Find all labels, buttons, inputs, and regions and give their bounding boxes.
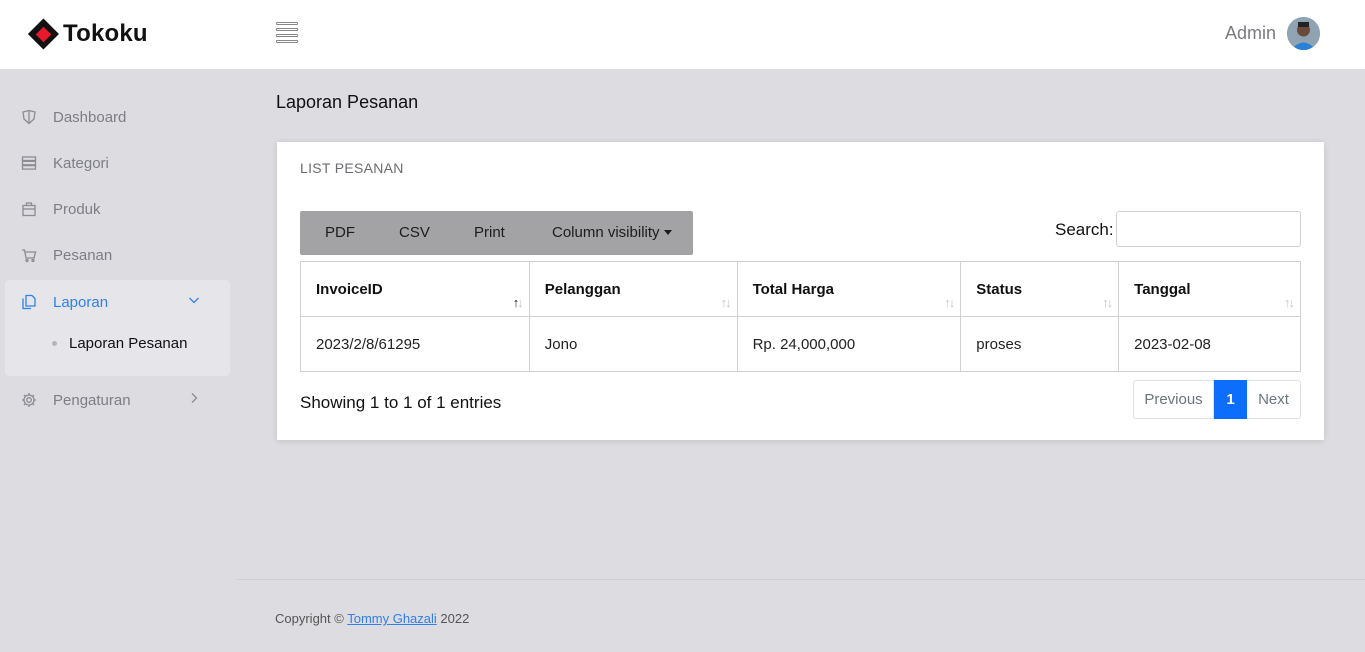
sidebar-item-label: Kategori [53,154,109,172]
sort-icon: ↑↓ [512,295,524,310]
search-input[interactable] [1116,211,1301,247]
pagination: Previous 1 Next [1133,380,1301,419]
sidebar-item-dashboard[interactable]: Dashboard [20,105,126,129]
sidebar-item-produk[interactable]: Produk [20,197,101,221]
column-visibility-label: Column visibility [552,224,660,241]
sidebar-item-pesanan[interactable]: Pesanan [20,243,112,267]
sidebar-item-kategori[interactable]: Kategori [20,151,109,175]
column-header-total-harga[interactable]: Total Harga ↑↓ [736,261,962,317]
files-icon [20,293,38,311]
column-header-status[interactable]: Status ↑↓ [960,261,1120,317]
card-title: LIST PESANAN [300,160,404,176]
column-header-invoiceid[interactable]: InvoiceID ↑↓ [300,261,530,317]
table-header-row: InvoiceID ↑↓ Pelanggan ↑↓ Total Harga ↑↓ St… [300,261,1301,317]
user-name: Admin [1224,23,1276,43]
sort-icon: ↑↓ [944,295,955,310]
table-info: Showing 1 to 1 of 1 entries [300,393,502,412]
column-header-tanggal[interactable]: Tanggal ↑↓ [1118,261,1301,317]
brand-logo[interactable]: Tokoku [27,18,148,50]
page-1-button[interactable]: 1 [1214,380,1247,419]
cell-invoiceid: 2023/2/8/61295 [300,316,530,372]
sidebar-item-pengaturan[interactable]: Pengaturan [20,388,131,412]
csv-button[interactable]: CSV [399,224,430,241]
next-page-button[interactable]: Next [1247,380,1301,419]
cell-pelanggan: Jono [528,316,738,372]
footer: Copyright © Tommy Ghazali 2022 [275,611,469,626]
previous-page-button[interactable]: Previous [1133,380,1214,419]
chevron-down-icon[interactable] [188,293,200,309]
page-title: Laporan Pesanan [276,92,419,112]
orders-table: InvoiceID ↑↓ Pelanggan ↑↓ Total Harga ↑↓ St… [300,261,1301,372]
caret-down-icon [663,230,672,235]
pdf-button[interactable]: PDF [325,224,355,241]
gear-icon [20,391,38,409]
author-link[interactable]: Tommy Ghazali [347,611,437,626]
avatar[interactable] [1287,17,1320,50]
sidebar-subitem-laporan-pesanan[interactable]: Laporan Pesanan [52,335,187,352]
cart-icon [20,246,38,264]
sidebar: Dashboard Kategori Produk Pesanan Lapora… [0,69,236,652]
sidebar-item-label: Produk [53,200,101,218]
copyright-year: 2022 [440,611,470,626]
sidebar-item-label: Pengaturan [53,391,131,409]
print-button[interactable]: Print [474,224,505,241]
menu-toggle-button[interactable] [276,22,298,44]
brand-name: Tokoku [63,20,148,47]
search-label: Search: [1055,220,1114,239]
chevron-right-icon[interactable] [188,391,200,407]
sort-icon: ↑↓ [1284,295,1295,310]
sidebar-item-laporan[interactable]: Laporan [20,290,108,314]
logo-icon [27,18,59,50]
sidebar-item-label: Laporan [53,293,109,311]
table-row: 2023/2/8/61295 Jono Rp. 24,000,000 prose… [300,316,1301,372]
bullet-icon [52,341,57,346]
shield-icon [20,108,38,126]
orders-card: LIST PESANAN PDF CSV Print Column visibi… [277,142,1324,440]
user-menu[interactable]: Admin [1225,17,1320,50]
cell-tanggal: 2023-02-08 [1118,316,1301,372]
cell-status: proses [960,316,1120,372]
sidebar-item-label: Pesanan [53,246,113,264]
hamburger-icon [276,22,298,25]
column-header-pelanggan[interactable]: Pelanggan ↑↓ [528,261,738,317]
cell-total-harga: Rp. 24,000,000 [736,316,962,372]
top-bar: Tokoku Admin [0,0,1365,69]
sort-icon: ↑↓ [720,295,732,310]
sidebar-item-label: Dashboard [53,108,127,126]
sort-icon: ↑↓ [1102,295,1113,310]
export-button-group: PDF CSV Print Column visibility [300,211,693,255]
server-icon [20,154,38,172]
column-visibility-button[interactable]: Column visibility [552,224,672,241]
footer-divider [236,579,1365,580]
copyright-text: Copyright © [275,611,344,626]
sidebar-subitem-label: Laporan Pesanan [69,335,188,352]
briefcase-icon [20,200,38,218]
